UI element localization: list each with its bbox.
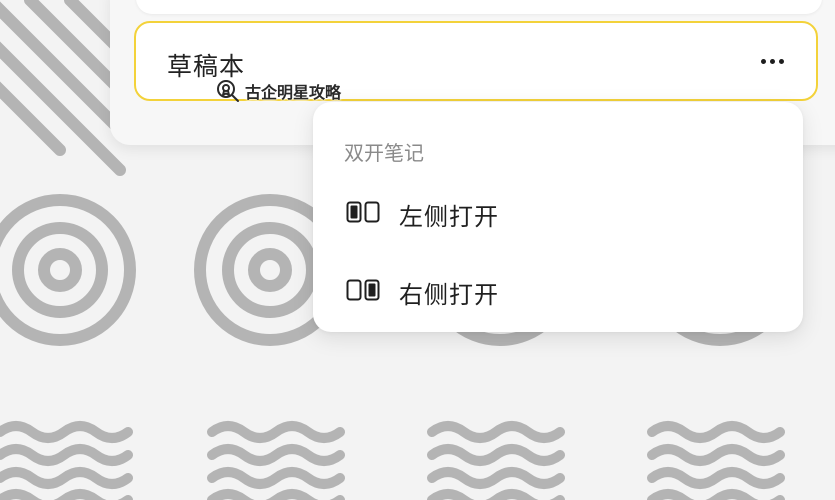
menu-item-open-right[interactable]: 右侧打开 xyxy=(313,260,803,320)
split-left-icon xyxy=(346,201,380,223)
watermark-text: 古企明星攻略 xyxy=(245,83,342,102)
more-options-button[interactable] xyxy=(754,49,790,73)
notebook-card-previous[interactable] xyxy=(136,0,822,14)
more-horizontal-icon xyxy=(760,58,766,64)
menu-heading: 双开笔记 xyxy=(344,141,424,165)
watermark: 古企明星攻略 xyxy=(215,78,341,104)
context-menu: 双开笔记 左侧打开 右侧打开 xyxy=(313,102,803,332)
more-horizontal-icon-dot xyxy=(769,58,775,64)
split-right-icon xyxy=(346,279,380,301)
wave-rows xyxy=(0,421,785,500)
menu-item-label: 左侧打开 xyxy=(399,203,499,231)
search-award-icon xyxy=(217,80,239,102)
concentric-circles-1 xyxy=(0,194,136,346)
more-horizontal-icon-dot xyxy=(778,58,784,64)
menu-item-open-left[interactable]: 左侧打开 xyxy=(313,182,803,242)
menu-item-label: 右侧打开 xyxy=(399,281,499,309)
diagonal-stripes xyxy=(0,0,126,176)
